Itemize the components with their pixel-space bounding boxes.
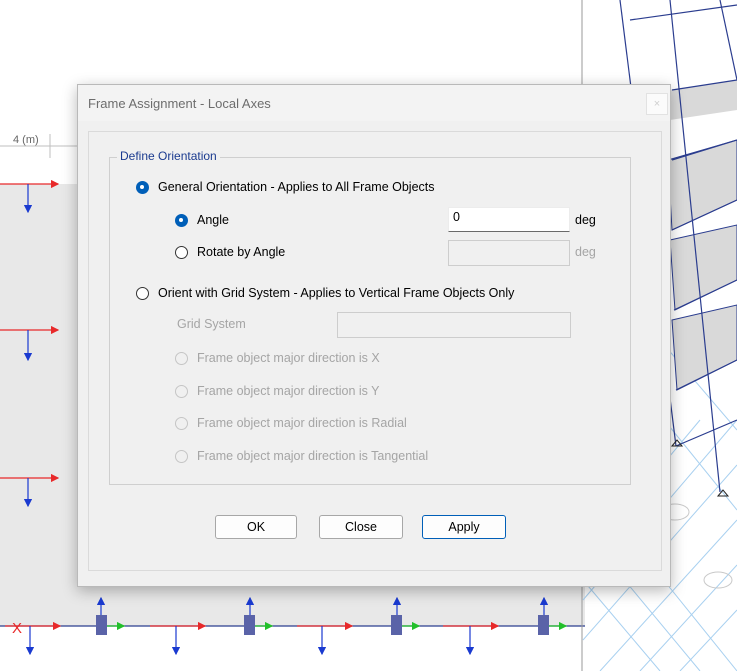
apply-button[interactable]: Apply [422, 515, 506, 539]
orient-grid-label: Orient with Grid System - Applies to Ver… [158, 286, 515, 300]
rotate-angle-unit: deg [575, 245, 596, 259]
major-x-radio[interactable] [175, 352, 188, 365]
dialog-titlebar[interactable]: Frame Assignment - Local Axes × [78, 85, 670, 121]
rotate-by-angle-radio[interactable] [175, 246, 188, 259]
major-tangential-radio[interactable] [175, 450, 188, 463]
angle-radio[interactable] [175, 214, 188, 227]
angle-input[interactable]: 0 [448, 207, 570, 232]
major-x-label: Frame object major direction is X [197, 351, 380, 365]
major-radial-label: Frame object major direction is Radial [197, 416, 407, 430]
rotate-by-angle-label: Rotate by Angle [197, 245, 286, 259]
general-orientation-radio[interactable] [136, 181, 149, 194]
general-orientation-label: General Orientation - Applies to All Fra… [158, 180, 435, 194]
orient-grid-radio[interactable] [136, 287, 149, 300]
angle-label: Angle [197, 213, 229, 227]
svg-text:X: X [12, 620, 22, 637]
dialog-title: Frame Assignment - Local Axes [88, 96, 271, 111]
major-y-radio[interactable] [175, 385, 188, 398]
major-y-label: Frame object major direction is Y [197, 384, 380, 398]
major-radial-radio[interactable] [175, 417, 188, 430]
group-title: Define Orientation [117, 149, 220, 163]
close-button[interactable]: Close [319, 515, 403, 539]
close-icon[interactable]: × [646, 93, 668, 115]
ok-button[interactable]: OK [215, 515, 297, 539]
angle-unit: deg [575, 213, 596, 227]
grid-system-field[interactable] [337, 312, 571, 338]
frame-assignment-dialog: Frame Assignment - Local Axes × Define O… [77, 84, 671, 587]
major-tangential-label: Frame object major direction is Tangenti… [197, 449, 429, 463]
grid-system-label: Grid System [177, 317, 246, 331]
rotate-angle-input[interactable] [448, 240, 570, 266]
ruler-label: 4 (m) [13, 134, 39, 146]
